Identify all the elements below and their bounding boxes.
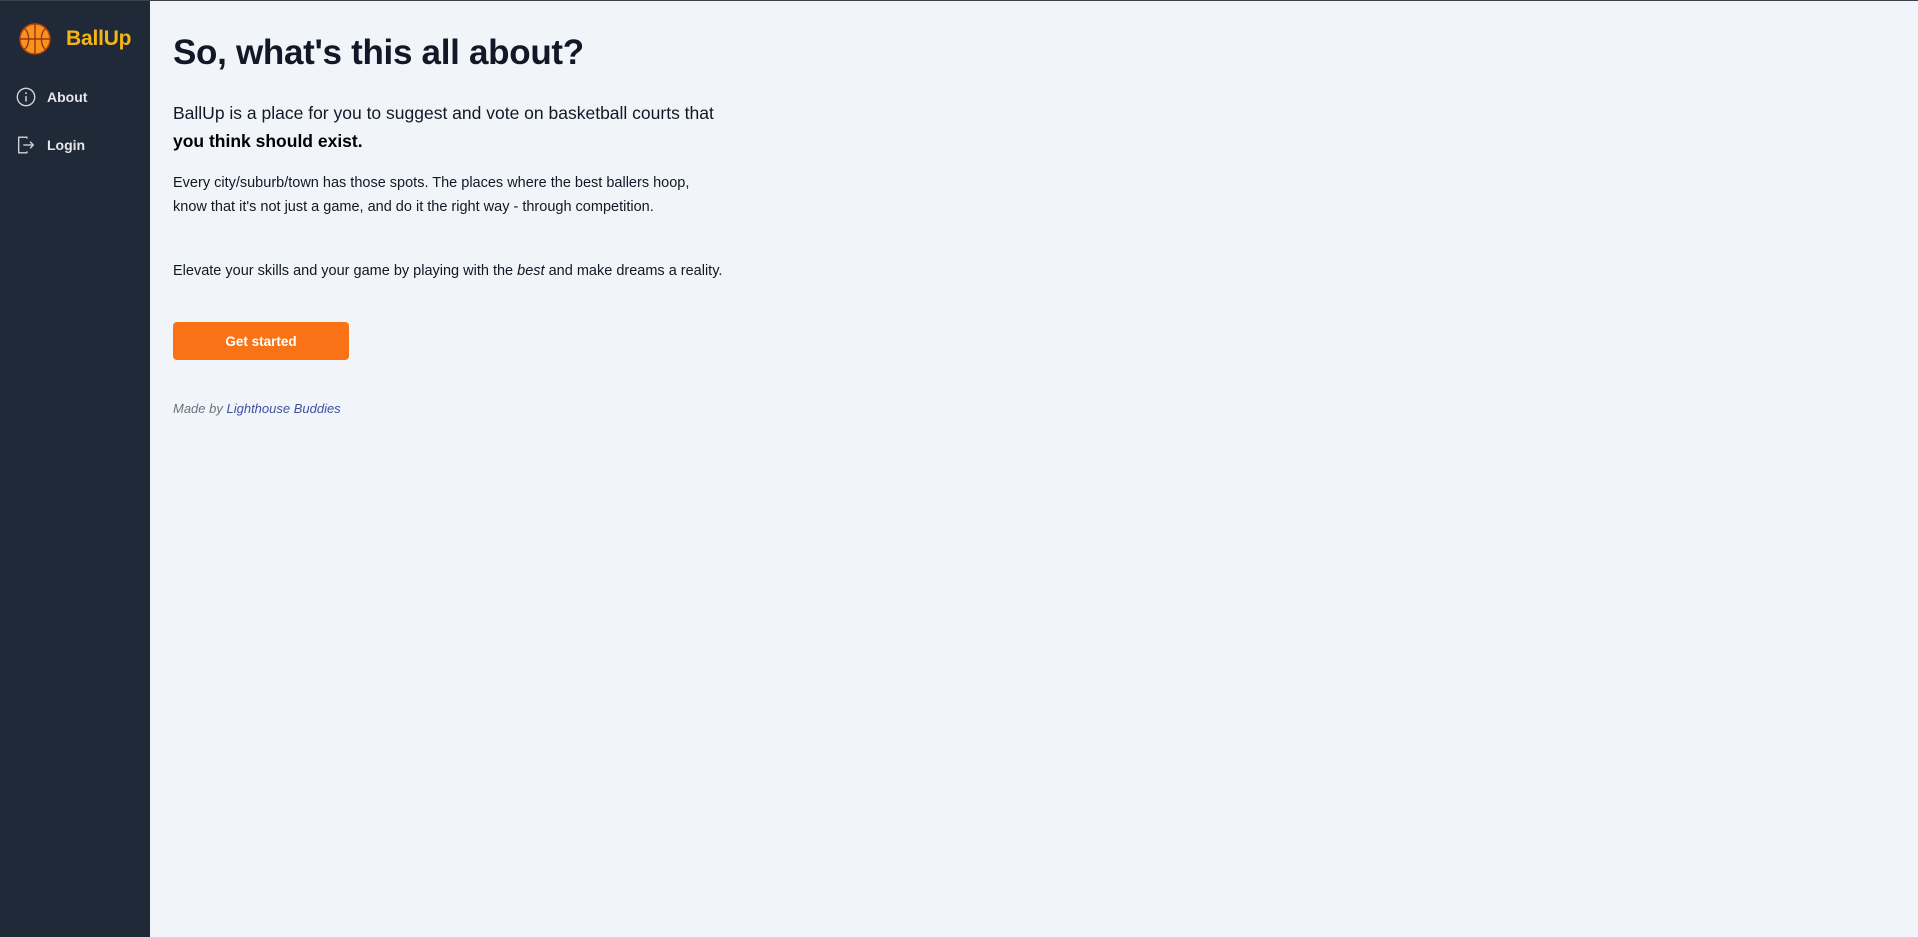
sidebar-item-label: About [47,89,88,105]
elevate-text-before: Elevate your skills and your game by pla… [173,263,518,279]
sidebar-item-label: Login [47,137,86,153]
info-circle-icon [16,87,36,107]
lead-text: BallUp is a place for you to suggest and… [173,103,714,123]
sidebar-item-login[interactable]: Login [15,133,85,157]
basketball-icon [19,23,51,55]
get-started-button[interactable]: Get started [173,322,349,360]
description-paragraph: Every city/suburb/town has those spots. … [173,175,690,215]
footer-prefix: Made by [173,401,227,416]
lead-paragraph: BallUp is a place for you to suggest and… [173,99,743,155]
page-title: So, what's this all about? [173,33,584,72]
sidebar: BallUp About Login [0,1,150,937]
login-door-icon [17,136,35,154]
lighthouse-buddies-link[interactable]: Lighthouse Buddies [226,401,340,416]
elevate-emphasis: best [517,263,545,279]
elevate-paragraph: Elevate your skills and your game by pla… [173,259,733,283]
app-name: BallUp [66,27,132,50]
sidebar-item-about[interactable]: About [15,85,87,109]
elevate-text-after: and make dreams a reality. [544,263,723,279]
lead-emphasis: you think should exist. [173,131,363,151]
brand[interactable]: BallUp [19,23,132,55]
footer-credit: Made by Lighthouse Buddies [173,401,341,416]
